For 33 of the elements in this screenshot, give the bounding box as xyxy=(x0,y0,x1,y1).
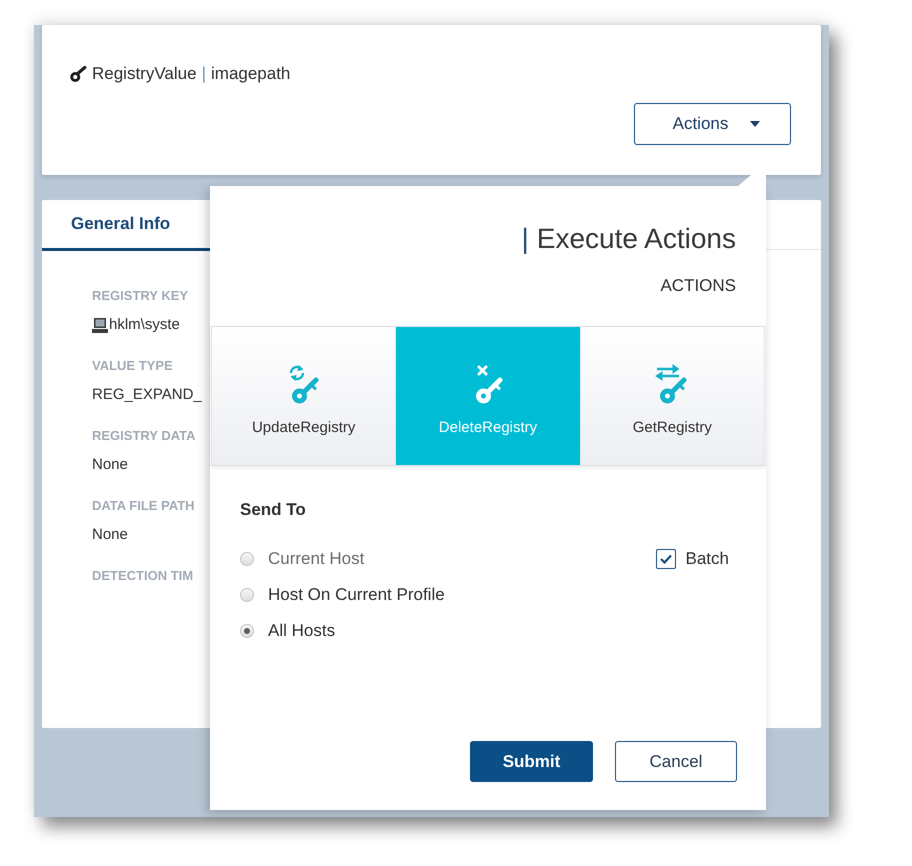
outline-button[interactable]: Cancel xyxy=(615,741,737,782)
field-value: None xyxy=(92,526,128,544)
record-type-label: RegistryValue xyxy=(92,63,197,86)
radio-button[interactable] xyxy=(240,588,254,602)
action-tile[interactable]: UpdateRegistry xyxy=(211,327,396,465)
title-separator: | xyxy=(202,63,206,86)
field-value: None xyxy=(92,456,128,474)
primary-button[interactable]: Submit xyxy=(470,741,593,782)
field-value: hklm\syste xyxy=(109,316,180,334)
radio-button[interactable] xyxy=(240,624,254,638)
radio-label: All Hosts xyxy=(268,620,336,642)
key-arrows-icon xyxy=(655,364,690,404)
computer-icon xyxy=(92,317,108,333)
action-tile[interactable]: GetRegistry xyxy=(580,327,765,465)
field-label: REGISTRY DATA xyxy=(92,428,196,444)
field-label: REGISTRY KEY xyxy=(92,288,188,304)
popover-title: Execute Actions xyxy=(536,222,736,256)
radio-label: Host On Current Profile xyxy=(268,584,445,606)
field-label: DATA FILE PATH xyxy=(92,498,195,514)
send-to-heading: Send To xyxy=(240,500,306,520)
title-separator: | xyxy=(521,222,529,256)
section-heading: ACTIONS xyxy=(660,276,736,296)
key-icon xyxy=(70,66,87,82)
actions-dropdown-button[interactable]: Actions xyxy=(634,103,791,145)
checkmark-icon xyxy=(660,554,672,564)
checkbox-label: Batch xyxy=(686,548,729,570)
record-name-label: imagepath xyxy=(211,63,290,86)
checkbox[interactable] xyxy=(656,549,676,569)
radio-label: Current Host xyxy=(268,548,364,570)
field-label: VALUE TYPE xyxy=(92,358,173,374)
field-value: REG_EXPAND_ xyxy=(92,386,202,404)
caret-icon xyxy=(750,121,760,127)
field-label: DETECTION TIM xyxy=(92,568,194,584)
